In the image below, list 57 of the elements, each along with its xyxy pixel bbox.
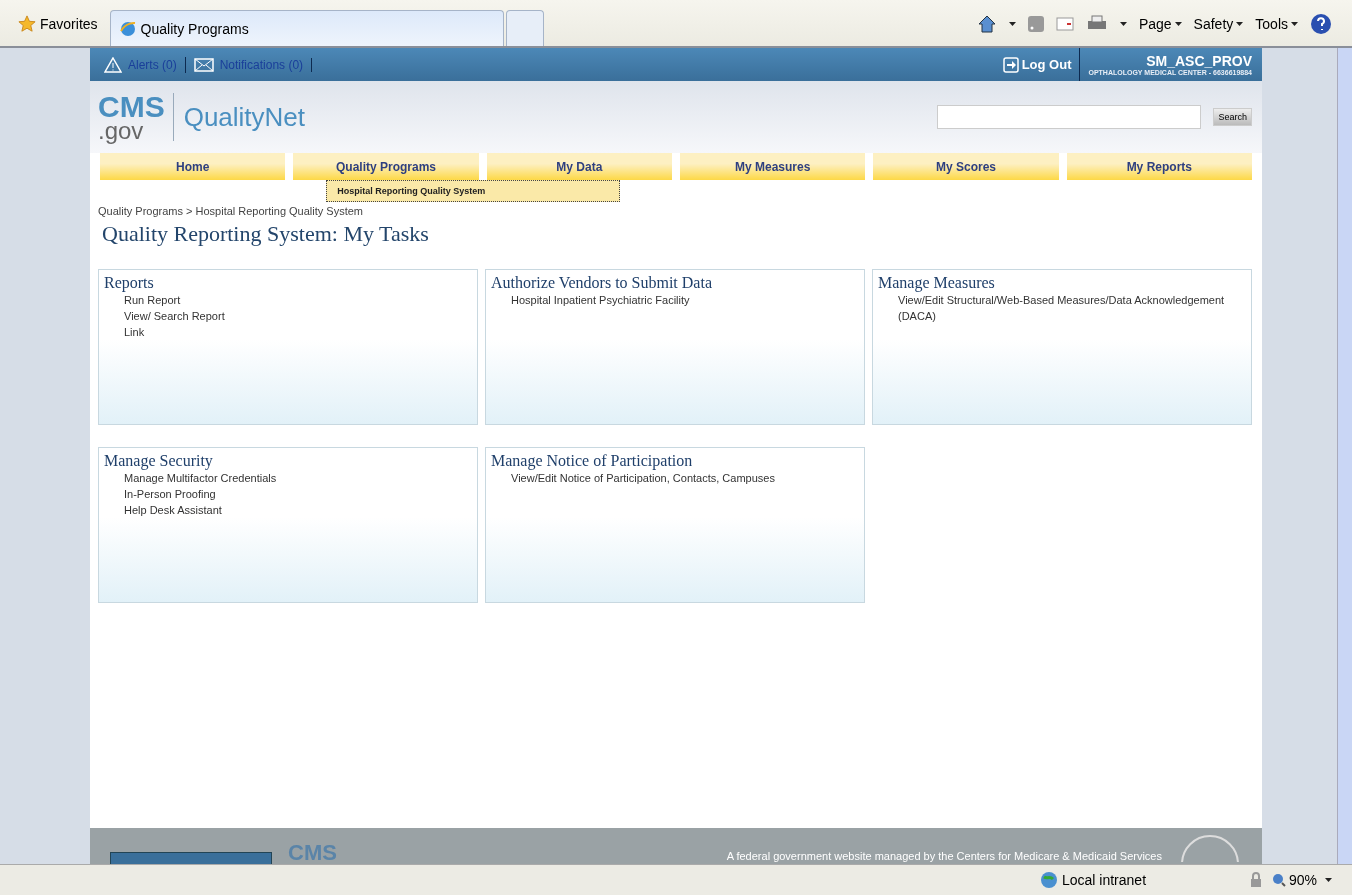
- logout-icon: [1002, 56, 1019, 73]
- task-link[interactable]: Help Desk Assistant: [124, 502, 472, 518]
- globe-e-icon: [118, 19, 137, 38]
- task-link[interactable]: View/ Search Report: [124, 308, 472, 324]
- favorites-button[interactable]: Favorites: [10, 7, 110, 41]
- toolbar-menu[interactable]: Page: [1138, 16, 1182, 32]
- caret-icon: [1119, 22, 1127, 26]
- task-link[interactable]: Hospital Inpatient Psychiatric Facility: [511, 292, 859, 308]
- card-title: Reports: [104, 274, 155, 292]
- help-icon[interactable]: [1310, 13, 1332, 35]
- seal-icon: [1178, 832, 1242, 862]
- caret-icon: [1291, 22, 1298, 26]
- logo-text: CMS: [98, 92, 165, 120]
- task-link[interactable]: Link: [124, 324, 472, 340]
- warning-icon: [104, 56, 122, 73]
- zoom-icon: [1271, 873, 1286, 887]
- browser-tab[interactable]: Quality Programs: [109, 10, 504, 46]
- nav-tab[interactable]: My Data: [486, 153, 672, 180]
- card-title: Authorize Vendors to Submit Data: [491, 274, 713, 292]
- caret-icon: [1236, 22, 1244, 26]
- caret-icon: [1008, 22, 1016, 26]
- task-link[interactable]: Manage Multifactor Credentials: [124, 470, 472, 486]
- home-icon[interactable]: [976, 14, 997, 34]
- menu-item[interactable]: Hospital Reporting Quality System: [337, 183, 486, 199]
- breadcrumb: Quality Programs > Hospital Reporting Quality System: [98, 205, 364, 219]
- logo-text: .gov: [98, 119, 144, 142]
- page-title: Quality Reporting System: My Tasks: [102, 221, 430, 247]
- browser-tab[interactable]: [505, 10, 544, 46]
- toolbar-menu[interactable]: Tools: [1255, 16, 1298, 32]
- card-title: Manage Notice of Participation: [491, 452, 694, 470]
- caret-icon: [1174, 22, 1182, 26]
- toolbar-menu[interactable]: Safety: [1193, 16, 1244, 32]
- mail-icon[interactable]: [1055, 17, 1074, 31]
- search-button[interactable]: Search: [1213, 108, 1252, 126]
- task-link[interactable]: In-Person Proofing: [124, 486, 472, 502]
- search-field[interactable]: [937, 105, 1202, 129]
- footer-text: A federal government website managed by the Centers for Medicare & Medicaid Services: [726, 850, 1162, 862]
- task-link[interactable]: View/Edit Structural/Web-Based Measures/Data Acknowledgement (DACA): [898, 292, 1246, 324]
- card-title: Manage Security: [104, 452, 214, 470]
- task-link[interactable]: Run Report: [124, 292, 472, 308]
- nav-tab[interactable]: Home: [100, 153, 286, 180]
- caret-icon: [1325, 878, 1332, 882]
- zone-indicator: Local intranet: [1039, 871, 1240, 889]
- nav-tab[interactable]: My Reports: [1066, 153, 1252, 180]
- footer-logo: CMS: [288, 842, 337, 864]
- task-link[interactable]: View/Edit Notice of Participation, Contacts, Campuses: [511, 470, 859, 486]
- globe-icon: [1039, 871, 1058, 889]
- site-name: QualityNet: [183, 101, 306, 133]
- nav-tab[interactable]: My Measures: [680, 153, 866, 180]
- scrollbar[interactable]: [1337, 48, 1352, 864]
- card-title: Manage Measures: [878, 274, 996, 292]
- username: SM_ASC_PROV: [1146, 53, 1252, 69]
- zoom-button[interactable]: 90%: [1271, 872, 1317, 888]
- envelope-icon: [193, 57, 214, 72]
- nav-tab[interactable]: My Scores: [873, 153, 1059, 180]
- feed-icon[interactable]: [1027, 16, 1044, 32]
- star-icon: [18, 15, 36, 33]
